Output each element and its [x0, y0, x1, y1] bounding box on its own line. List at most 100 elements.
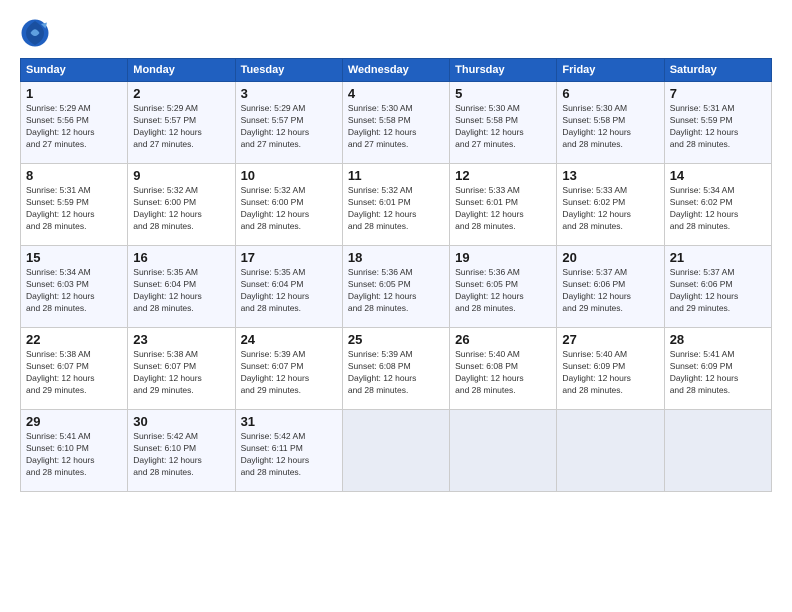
calendar-cell: 25 Sunrise: 5:39 AMSunset: 6:08 PMDayligh…	[342, 328, 449, 410]
day-number: 10	[241, 168, 337, 183]
day-info: Sunrise: 5:32 AMSunset: 6:01 PMDaylight:…	[348, 185, 444, 233]
calendar-week-row: 22 Sunrise: 5:38 AMSunset: 6:07 PMDayligh…	[21, 328, 772, 410]
calendar-cell: 20Sunrise: 5:37 AMSunset: 6:06 PMDayligh…	[557, 246, 664, 328]
day-number: 17	[241, 250, 337, 265]
day-number: 9	[133, 168, 229, 183]
day-info: Sunrise: 5:35 AMSunset: 6:04 PMDaylight:…	[133, 267, 229, 315]
day-info: Sunrise: 5:34 AMSunset: 6:03 PMDaylight:…	[26, 267, 122, 315]
page: SundayMondayTuesdayWednesdayThursdayFrid…	[0, 0, 792, 612]
day-number: 27	[562, 332, 658, 347]
day-number: 23	[133, 332, 229, 347]
calendar-cell: 23 Sunrise: 5:38 AMSunset: 6:07 PMDayligh…	[128, 328, 235, 410]
calendar-cell: 6 Sunrise: 5:30 AMSunset: 5:58 PMDaylight…	[557, 82, 664, 164]
day-info: Sunrise: 5:39 AMSunset: 6:08 PMDaylight:…	[348, 349, 444, 397]
calendar-cell: 12 Sunrise: 5:33 AMSunset: 6:01 PMDayligh…	[450, 164, 557, 246]
logo	[20, 18, 54, 48]
day-info: Sunrise: 5:29 AMSunset: 5:57 PMDaylight:…	[241, 103, 337, 151]
calendar-cell: 22Sunrise: 5:38 AMSunset: 6:07 PMDayligh…	[21, 328, 128, 410]
calendar-table: SundayMondayTuesdayWednesdayThursdayFrid…	[20, 58, 772, 492]
day-number: 2	[133, 86, 229, 101]
calendar-cell: 7 Sunrise: 5:31 AMSunset: 5:59 PMDaylight…	[664, 82, 771, 164]
calendar-cell: 1 Sunrise: 5:29 AMSunset: 5:56 PMDaylight…	[21, 82, 128, 164]
calendar-week-row: 15 Sunrise: 5:34 AMSunset: 6:03 PMDayligh…	[21, 246, 772, 328]
day-number: 26	[455, 332, 551, 347]
day-info: Sunrise: 5:36 AMSunset: 6:05 PMDaylight:…	[455, 267, 551, 315]
day-number: 6	[562, 86, 658, 101]
day-number: 13	[562, 168, 658, 183]
day-info: Sunrise: 5:32 AMSunset: 6:00 PMDaylight:…	[133, 185, 229, 233]
calendar-cell	[557, 410, 664, 492]
calendar-cell: 18 Sunrise: 5:36 AMSunset: 6:05 PMDayligh…	[342, 246, 449, 328]
calendar-cell: 27 Sunrise: 5:40 AMSunset: 6:09 PMDayligh…	[557, 328, 664, 410]
calendar-cell: 4 Sunrise: 5:30 AMSunset: 5:58 PMDaylight…	[342, 82, 449, 164]
calendar-cell: 17 Sunrise: 5:35 AMSunset: 6:04 PMDayligh…	[235, 246, 342, 328]
day-number: 15	[26, 250, 122, 265]
calendar-cell: 3 Sunrise: 5:29 AMSunset: 5:57 PMDaylight…	[235, 82, 342, 164]
calendar-cell	[342, 410, 449, 492]
day-info: Sunrise: 5:33 AMSunset: 6:01 PMDaylight:…	[455, 185, 551, 233]
calendar-cell: 26Sunrise: 5:40 AMSunset: 6:08 PMDayligh…	[450, 328, 557, 410]
day-number: 21	[670, 250, 766, 265]
calendar-header: SundayMondayTuesdayWednesdayThursdayFrid…	[21, 59, 772, 82]
day-number: 1	[26, 86, 122, 101]
day-info: Sunrise: 5:39 AMSunset: 6:07 PMDaylight:…	[241, 349, 337, 397]
day-number: 8	[26, 168, 122, 183]
weekday-header: Friday	[557, 59, 664, 82]
weekday-header: Thursday	[450, 59, 557, 82]
calendar-cell: 28Sunrise: 5:41 AMSunset: 6:09 PMDayligh…	[664, 328, 771, 410]
day-number: 25	[348, 332, 444, 347]
day-info: Sunrise: 5:29 AMSunset: 5:57 PMDaylight:…	[133, 103, 229, 151]
calendar-cell: 19Sunrise: 5:36 AMSunset: 6:05 PMDayligh…	[450, 246, 557, 328]
calendar-cell: 29Sunrise: 5:41 AMSunset: 6:10 PMDayligh…	[21, 410, 128, 492]
day-number: 24	[241, 332, 337, 347]
day-info: Sunrise: 5:31 AMSunset: 5:59 PMDaylight:…	[26, 185, 122, 233]
day-info: Sunrise: 5:36 AMSunset: 6:05 PMDaylight:…	[348, 267, 444, 315]
day-info: Sunrise: 5:30 AMSunset: 5:58 PMDaylight:…	[562, 103, 658, 151]
day-number: 4	[348, 86, 444, 101]
day-number: 3	[241, 86, 337, 101]
calendar-cell: 5 Sunrise: 5:30 AMSunset: 5:58 PMDaylight…	[450, 82, 557, 164]
calendar-week-row: 1 Sunrise: 5:29 AMSunset: 5:56 PMDaylight…	[21, 82, 772, 164]
day-number: 30	[133, 414, 229, 429]
day-info: Sunrise: 5:35 AMSunset: 6:04 PMDaylight:…	[241, 267, 337, 315]
weekday-header: Monday	[128, 59, 235, 82]
day-number: 28	[670, 332, 766, 347]
calendar-cell: 11 Sunrise: 5:32 AMSunset: 6:01 PMDayligh…	[342, 164, 449, 246]
weekday-header: Saturday	[664, 59, 771, 82]
day-info: Sunrise: 5:42 AMSunset: 6:10 PMDaylight:…	[133, 431, 229, 479]
calendar-cell: 9 Sunrise: 5:32 AMSunset: 6:00 PMDaylight…	[128, 164, 235, 246]
day-number: 11	[348, 168, 444, 183]
day-info: Sunrise: 5:30 AMSunset: 5:58 PMDaylight:…	[348, 103, 444, 151]
calendar-cell: 31Sunrise: 5:42 AMSunset: 6:11 PMDayligh…	[235, 410, 342, 492]
calendar-cell: 24 Sunrise: 5:39 AMSunset: 6:07 PMDayligh…	[235, 328, 342, 410]
weekday-header: Sunday	[21, 59, 128, 82]
calendar-cell: 10 Sunrise: 5:32 AMSunset: 6:00 PMDayligh…	[235, 164, 342, 246]
calendar-week-row: 29Sunrise: 5:41 AMSunset: 6:10 PMDayligh…	[21, 410, 772, 492]
day-number: 12	[455, 168, 551, 183]
calendar-cell: 14Sunrise: 5:34 AMSunset: 6:02 PMDayligh…	[664, 164, 771, 246]
day-info: Sunrise: 5:32 AMSunset: 6:00 PMDaylight:…	[241, 185, 337, 233]
day-info: Sunrise: 5:38 AMSunset: 6:07 PMDaylight:…	[133, 349, 229, 397]
day-number: 20	[562, 250, 658, 265]
calendar-cell	[664, 410, 771, 492]
calendar-body: 1 Sunrise: 5:29 AMSunset: 5:56 PMDaylight…	[21, 82, 772, 492]
day-info: Sunrise: 5:37 AMSunset: 6:06 PMDaylight:…	[670, 267, 766, 315]
header	[20, 18, 772, 48]
calendar-cell: 2 Sunrise: 5:29 AMSunset: 5:57 PMDaylight…	[128, 82, 235, 164]
header-row: SundayMondayTuesdayWednesdayThursdayFrid…	[21, 59, 772, 82]
day-number: 5	[455, 86, 551, 101]
day-info: Sunrise: 5:33 AMSunset: 6:02 PMDaylight:…	[562, 185, 658, 233]
day-info: Sunrise: 5:29 AMSunset: 5:56 PMDaylight:…	[26, 103, 122, 151]
day-number: 22	[26, 332, 122, 347]
weekday-header: Wednesday	[342, 59, 449, 82]
day-info: Sunrise: 5:30 AMSunset: 5:58 PMDaylight:…	[455, 103, 551, 151]
logo-icon	[20, 18, 50, 48]
day-number: 7	[670, 86, 766, 101]
day-number: 14	[670, 168, 766, 183]
day-number: 29	[26, 414, 122, 429]
calendar-cell: 30 Sunrise: 5:42 AMSunset: 6:10 PMDayligh…	[128, 410, 235, 492]
day-info: Sunrise: 5:40 AMSunset: 6:09 PMDaylight:…	[562, 349, 658, 397]
day-number: 18	[348, 250, 444, 265]
day-info: Sunrise: 5:31 AMSunset: 5:59 PMDaylight:…	[670, 103, 766, 151]
calendar-cell: 16Sunrise: 5:35 AMSunset: 6:04 PMDayligh…	[128, 246, 235, 328]
